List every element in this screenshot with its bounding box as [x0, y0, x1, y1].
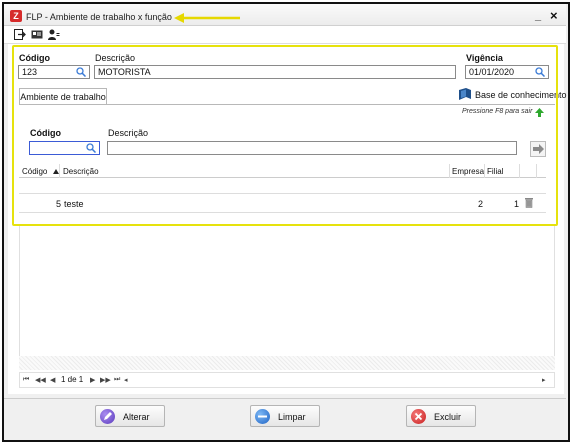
app-icon: Z — [10, 10, 22, 22]
grid-hatch-bar — [19, 356, 555, 370]
pager-prev-page-button[interactable]: ◀◀ — [35, 376, 46, 384]
card-icon[interactable] — [31, 29, 43, 40]
title-bar: Z FLP - Ambiente de trabalho x função _ … — [4, 4, 566, 26]
edit-icon — [100, 409, 115, 424]
minimize-button[interactable]: _ — [535, 10, 541, 22]
limpar-button[interactable]: Limpar — [250, 405, 320, 427]
toolbar — [4, 26, 566, 44]
pager: ⏮ ◀◀ ◀ 1 de 1 ▶ ▶▶ ⏭ ◂ ▸ — [19, 372, 555, 388]
clear-icon — [255, 409, 270, 424]
alterar-button[interactable]: Alterar — [95, 405, 165, 427]
excluir-label: Excluir — [434, 412, 462, 422]
scroll-right-arrow[interactable]: ▸ — [542, 376, 546, 384]
grid-empty-area — [19, 226, 555, 356]
limpar-label: Limpar — [278, 412, 306, 422]
highlight-box — [12, 45, 558, 226]
pager-page-text: 1 de 1 — [61, 375, 84, 384]
yellow-arrow-annotation — [174, 13, 240, 23]
pager-last-button[interactable]: ⏭ — [114, 376, 120, 384]
alterar-label: Alterar — [123, 412, 150, 422]
window-title: FLP - Ambiente de trabalho x função — [26, 12, 172, 22]
close-button[interactable]: × — [550, 8, 558, 23]
exit-icon[interactable] — [14, 29, 26, 40]
pager-prev-button[interactable]: ◀ — [50, 376, 55, 384]
scroll-left-arrow[interactable]: ◂ — [124, 376, 128, 384]
delete-icon — [411, 409, 426, 424]
user-icon[interactable] — [48, 29, 60, 40]
pager-next-button[interactable]: ▶ — [90, 376, 95, 384]
pager-first-button[interactable]: ⏮ — [23, 376, 29, 384]
pager-next-page-button[interactable]: ▶▶ — [100, 376, 111, 384]
excluir-button[interactable]: Excluir — [406, 405, 476, 427]
footer: Alterar Limpar Excluir — [4, 398, 566, 438]
